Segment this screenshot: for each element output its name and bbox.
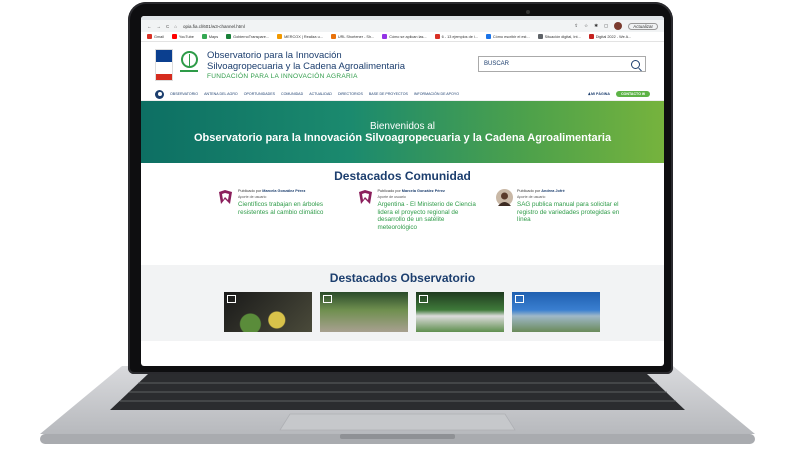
bookmarks-bar: Gmail YouTube Maps GobiernoTranspare... … <box>141 32 664 42</box>
site-icon <box>277 34 283 39</box>
bookmark-item[interactable]: Maps <box>201 34 218 39</box>
address-bar[interactable]: opia.fia.cl/601/w3-channel.html <box>183 24 568 29</box>
hero-title: Observatorio para la Innovación Silvoagr… <box>193 131 612 144</box>
profile-avatar[interactable] <box>614 22 623 30</box>
nav-item-comunidad[interactable]: COMUNIDAD <box>281 92 303 96</box>
bookmark-item[interactable]: GobiernoTranspare... <box>226 34 269 39</box>
mi-pagina-link[interactable]: ♟MI PÁGINA <box>588 92 610 96</box>
nav-item-antena[interactable]: ANTENA DEL AGRO <box>204 92 238 96</box>
site-icon <box>382 34 388 39</box>
main-nav: OBSERVATORIO ANTENA DEL AGRO OPORTUNIDAD… <box>141 88 664 101</box>
author-avatar <box>496 189 513 206</box>
laptop-base <box>40 366 755 444</box>
youtube-icon <box>171 34 177 39</box>
webcam <box>526 10 530 14</box>
site-icon <box>485 34 491 39</box>
hero-banner: Bienvenidos al Observatorio para la Inno… <box>141 101 664 163</box>
opia-logo[interactable] <box>179 51 199 79</box>
user-contribution-icon <box>219 190 232 204</box>
contact-button[interactable]: CONTACTO ✉ <box>615 91 650 97</box>
globe-icon <box>226 34 232 39</box>
search-placeholder: BUSCAR <box>484 61 510 67</box>
card-title-link[interactable]: SAG publica manual para solicitar el reg… <box>517 201 624 224</box>
community-card[interactable]: Publicado por Marcela González Pérez Apo… <box>217 189 345 231</box>
news-icon <box>514 295 524 303</box>
nav-item-actualidad[interactable]: ACTUALIDAD <box>309 92 332 96</box>
card-title-link[interactable]: Científicos trabajan en árboles resisten… <box>238 201 345 216</box>
author-line: Publicado por Marcela González Pérez <box>377 189 445 193</box>
mail-icon: ✉ <box>641 92 645 96</box>
site-icon <box>588 34 594 39</box>
contribution-type: Aporte de usuario <box>517 195 546 199</box>
nav-item-proyectos[interactable]: BASE DE PROYECTOS <box>369 92 408 96</box>
thumbnail-greenhouse[interactable] <box>415 292 504 332</box>
home-circle-icon[interactable] <box>155 89 164 99</box>
contribution-type: Aporte de usuario <box>377 195 406 199</box>
share-icon[interactable]: ⇪ <box>574 23 578 29</box>
site-title-line1[interactable]: Observatorio para la Innovación <box>207 50 405 61</box>
nav-item-observatorio[interactable]: OBSERVATORIO <box>170 92 198 96</box>
update-button[interactable]: Actualizar <box>628 22 658 30</box>
hero-greeting: Bienvenidos al <box>369 120 436 132</box>
maps-icon <box>201 34 207 39</box>
bookmark-item[interactable]: Gmail <box>147 34 164 39</box>
forward-icon[interactable]: → <box>157 24 162 29</box>
community-title: Destacados Comunidad <box>334 169 471 183</box>
site-icon <box>537 34 543 39</box>
back-icon[interactable]: ← <box>147 24 152 29</box>
bookmark-item[interactable]: Digital 2022 - We A... <box>588 34 631 39</box>
laptop-mockup: ← → C ⌂ opia.fia.cl/601/w3-channel.html … <box>0 0 795 472</box>
author-line: Publicado por Andrea Jofré <box>517 189 565 193</box>
extensions-icon[interactable]: ✱ <box>594 23 598 29</box>
bookmark-item[interactable]: Cómo escribir el est... <box>485 34 530 39</box>
screen: ← → C ⌂ opia.fia.cl/601/w3-channel.html … <box>141 16 664 366</box>
observatorio-section: Destacados Observatorio <box>141 265 664 341</box>
sidepanel-icon[interactable]: ▢ <box>604 23 608 29</box>
gmail-icon <box>147 34 152 39</box>
card-title-link[interactable]: Argentina - El Ministerio de Ciencia lid… <box>378 201 485 231</box>
home-icon[interactable]: ⌂ <box>174 24 177 29</box>
government-logo[interactable] <box>155 49 173 81</box>
bookmark-item[interactable]: URL Shortener - Sh... <box>330 34 374 39</box>
nav-item-apoyo[interactable]: INFORMACIÓN DE APOYO <box>414 92 459 96</box>
site-subtitle: FUNDACIÓN PARA LA INNOVACIÓN AGRARIA <box>207 73 358 80</box>
news-icon <box>418 295 428 303</box>
thumbnail-tank[interactable] <box>511 292 600 332</box>
community-section: Destacados Comunidad Publicado por Marce… <box>141 163 664 265</box>
site-title-line2[interactable]: Silvoagropecuaria y la Cadena Agroalimen… <box>207 61 405 72</box>
observatorio-title: Destacados Observatorio <box>329 271 476 285</box>
bookmark-item[interactable]: MERCOX | Realiza u... <box>277 34 323 39</box>
thumbnail-field-workers[interactable] <box>319 292 408 332</box>
bookmark-item[interactable]: Cómo se aplican las... <box>382 34 427 39</box>
contribution-type: Aporte de usuario <box>238 195 267 199</box>
bookmark-star-icon[interactable]: ☆ <box>584 23 588 29</box>
user-contribution-icon <box>358 190 372 204</box>
search-icon[interactable] <box>631 59 640 69</box>
bookmark-item[interactable]: 6 - 13 ejemplos de i... <box>434 34 478 39</box>
site-icon <box>330 34 336 39</box>
nav-item-oportunidades[interactable]: OPORTUNIDADES <box>244 92 275 96</box>
reload-icon[interactable]: C <box>166 24 169 29</box>
browser-toolbar: ← → C ⌂ opia.fia.cl/601/w3-channel.html … <box>141 20 664 32</box>
search-input[interactable]: BUSCAR <box>478 56 646 72</box>
news-icon <box>322 295 332 303</box>
bookmark-item[interactable]: Situación digital, Int... <box>537 34 581 39</box>
bookmark-item[interactable]: YouTube <box>171 34 194 39</box>
community-card[interactable]: Publicado por Marcela González Pérez Apo… <box>357 189 485 231</box>
site-header: Observatorio para la Innovación Silvoagr… <box>141 42 664 88</box>
document-icon <box>226 295 236 303</box>
author-line: Publicado por Marcela González Pérez <box>238 189 306 193</box>
nav-item-directorios[interactable]: DIRECTORIOS <box>338 92 363 96</box>
community-card[interactable]: Publicado por Andrea Jofré Aporte de usu… <box>496 189 624 231</box>
thumbnail-pills[interactable] <box>223 292 312 332</box>
site-icon <box>434 34 440 39</box>
